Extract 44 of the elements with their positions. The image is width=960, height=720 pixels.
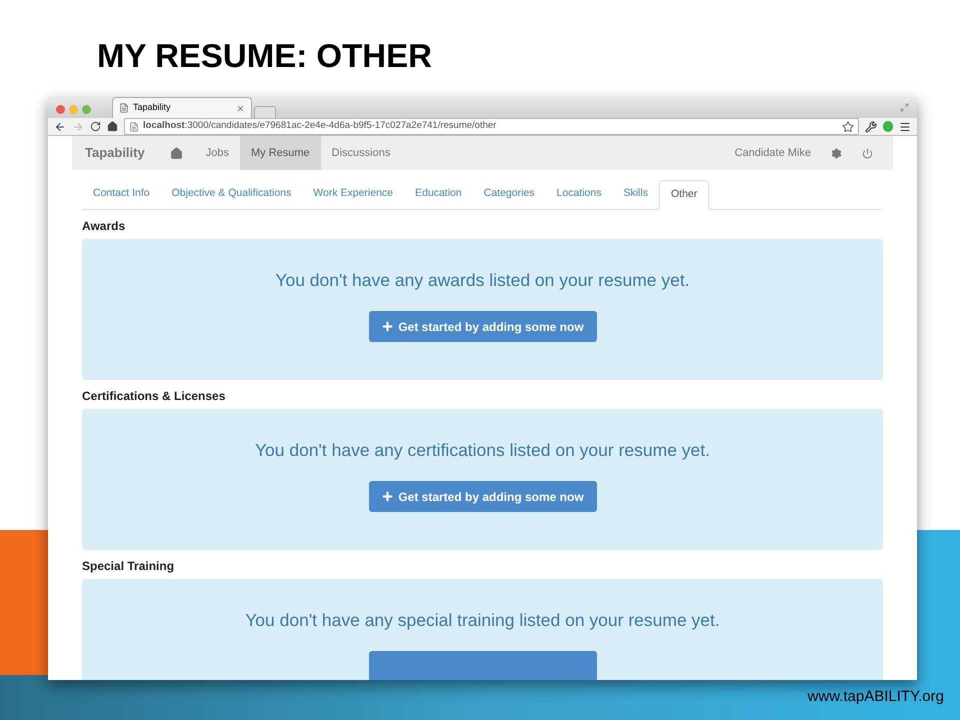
- section-tab[interactable]: Other: [658, 180, 710, 210]
- section-tab[interactable]: Contact Info: [82, 179, 161, 209]
- section-heading: Awards: [82, 218, 126, 234]
- slide-title: MY RESUME: OTHER: [97, 36, 433, 76]
- home-icon: [170, 146, 183, 160]
- power-icon[interactable]: [862, 148, 873, 158]
- page-icon: [119, 103, 129, 113]
- settings-icon[interactable]: [831, 148, 842, 158]
- section-tab[interactable]: Categories: [472, 179, 546, 209]
- address-field[interactable]: localhost:3000/candidates/e79681ac-2e4e-4d6a-b9f5-17c027a2e741/resume/other: [124, 118, 859, 135]
- add-button[interactable]: Get started by adding some now: [368, 311, 596, 342]
- add-button[interactable]: Get started by adding some now: [368, 481, 596, 512]
- section-tab[interactable]: Education: [404, 179, 473, 209]
- tab-title: Tapability: [133, 101, 172, 114]
- section-tab[interactable]: Locations: [546, 179, 612, 209]
- section-tab[interactable]: Skills: [612, 179, 659, 209]
- page-icon: [129, 122, 139, 132]
- wrench-icon[interactable]: [865, 120, 877, 132]
- section-tab[interactable]: Objective & Qualifications: [160, 179, 302, 209]
- nav-link[interactable]: Jobs: [194, 136, 240, 170]
- close-window-icon[interactable]: [56, 105, 65, 114]
- home-icon[interactable]: [107, 121, 118, 132]
- nav-link[interactable]: My Resume: [240, 136, 321, 170]
- bookmark-star-icon[interactable]: [842, 120, 854, 132]
- empty-state-message: You don't have any awards listed on your resume yet.: [275, 269, 690, 291]
- section-heading: Certifications & Licenses: [82, 388, 226, 404]
- extension-icon[interactable]: [883, 121, 893, 132]
- close-icon[interactable]: [236, 104, 245, 112]
- back-icon[interactable]: [54, 120, 66, 132]
- brand-name[interactable]: Tapability: [72, 143, 158, 163]
- empty-state-message: You don't have any certifications listed on your resume yet.: [254, 439, 710, 461]
- browser-tab[interactable]: Tapability: [112, 97, 252, 118]
- url-text: localhost:3000/candidates/e79681ac-2e4e-4d6a-b9f5-17c027a2e741/resume/other: [143, 119, 498, 134]
- empty-state-message: You don't have any special training listed on your resume yet.: [245, 609, 720, 631]
- user-name[interactable]: Candidate Mike: [724, 144, 821, 162]
- plus-icon: [381, 320, 394, 333]
- fullscreen-icon[interactable]: [900, 103, 909, 112]
- website-address: www.tapABILITY.org: [808, 686, 944, 706]
- section-tab[interactable]: Work Experience: [302, 179, 404, 209]
- menu-icon[interactable]: [899, 120, 911, 132]
- plus-icon: [381, 490, 394, 503]
- nav-link[interactable]: Discussions: [320, 136, 402, 170]
- reload-icon[interactable]: [90, 121, 101, 132]
- section-heading: Special Training: [82, 558, 176, 574]
